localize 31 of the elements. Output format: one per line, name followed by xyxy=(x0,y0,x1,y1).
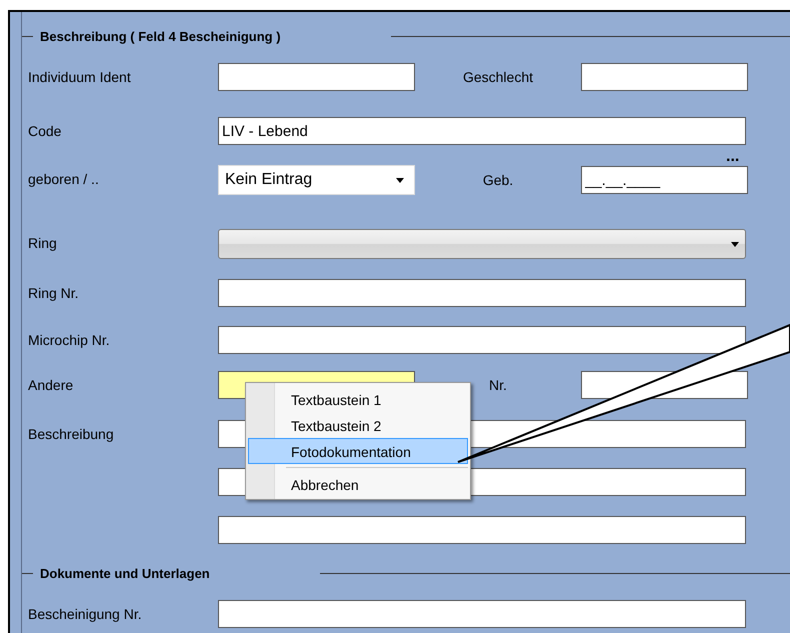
field-label: Andere xyxy=(28,376,74,395)
section-title: Beschreibung ( Feld 4 Bescheinigung ) xyxy=(40,28,281,44)
input-field[interactable] xyxy=(218,600,746,628)
section-title: Dokumente und Unterlagen xyxy=(40,566,210,580)
field-label: Geb. xyxy=(482,172,514,188)
caret-icon xyxy=(731,242,739,246)
input-field[interactable]: LIV - Lebend xyxy=(218,117,746,145)
menu-item[interactable]: Textbaustein 2 xyxy=(248,412,468,438)
field-label: Bescheinigung Nr. xyxy=(28,605,143,624)
input-field[interactable] xyxy=(218,326,746,354)
input-field[interactable] xyxy=(581,63,748,91)
more-button[interactable]: ... xyxy=(726,151,740,163)
caret-icon xyxy=(396,178,404,182)
field-label: Individuum Ident xyxy=(28,68,132,87)
menu-item[interactable]: Textbaustein 1 xyxy=(248,386,468,412)
input-field[interactable] xyxy=(218,279,746,307)
field-label: Ring Nr. xyxy=(28,284,80,303)
field-label: Ring xyxy=(28,234,58,253)
input-field[interactable]: __.__.____ xyxy=(581,166,748,194)
field-label: Microchip Nr. xyxy=(28,331,111,350)
field-label: Code xyxy=(28,122,62,141)
dropdown[interactable]: Kein Eintrag xyxy=(218,165,415,195)
input-field[interactable] xyxy=(218,63,415,91)
menu-item[interactable]: Abbrechen xyxy=(248,471,468,497)
field-label: Nr. xyxy=(488,377,508,393)
menu-item[interactable]: Fotodokumentation xyxy=(248,438,468,464)
field-label: geboren / .. xyxy=(28,170,100,189)
field-label: Geschlecht xyxy=(462,69,534,85)
dropdown[interactable] xyxy=(218,229,746,259)
field-label: Beschreibung xyxy=(28,425,115,444)
input-field[interactable] xyxy=(218,516,746,544)
